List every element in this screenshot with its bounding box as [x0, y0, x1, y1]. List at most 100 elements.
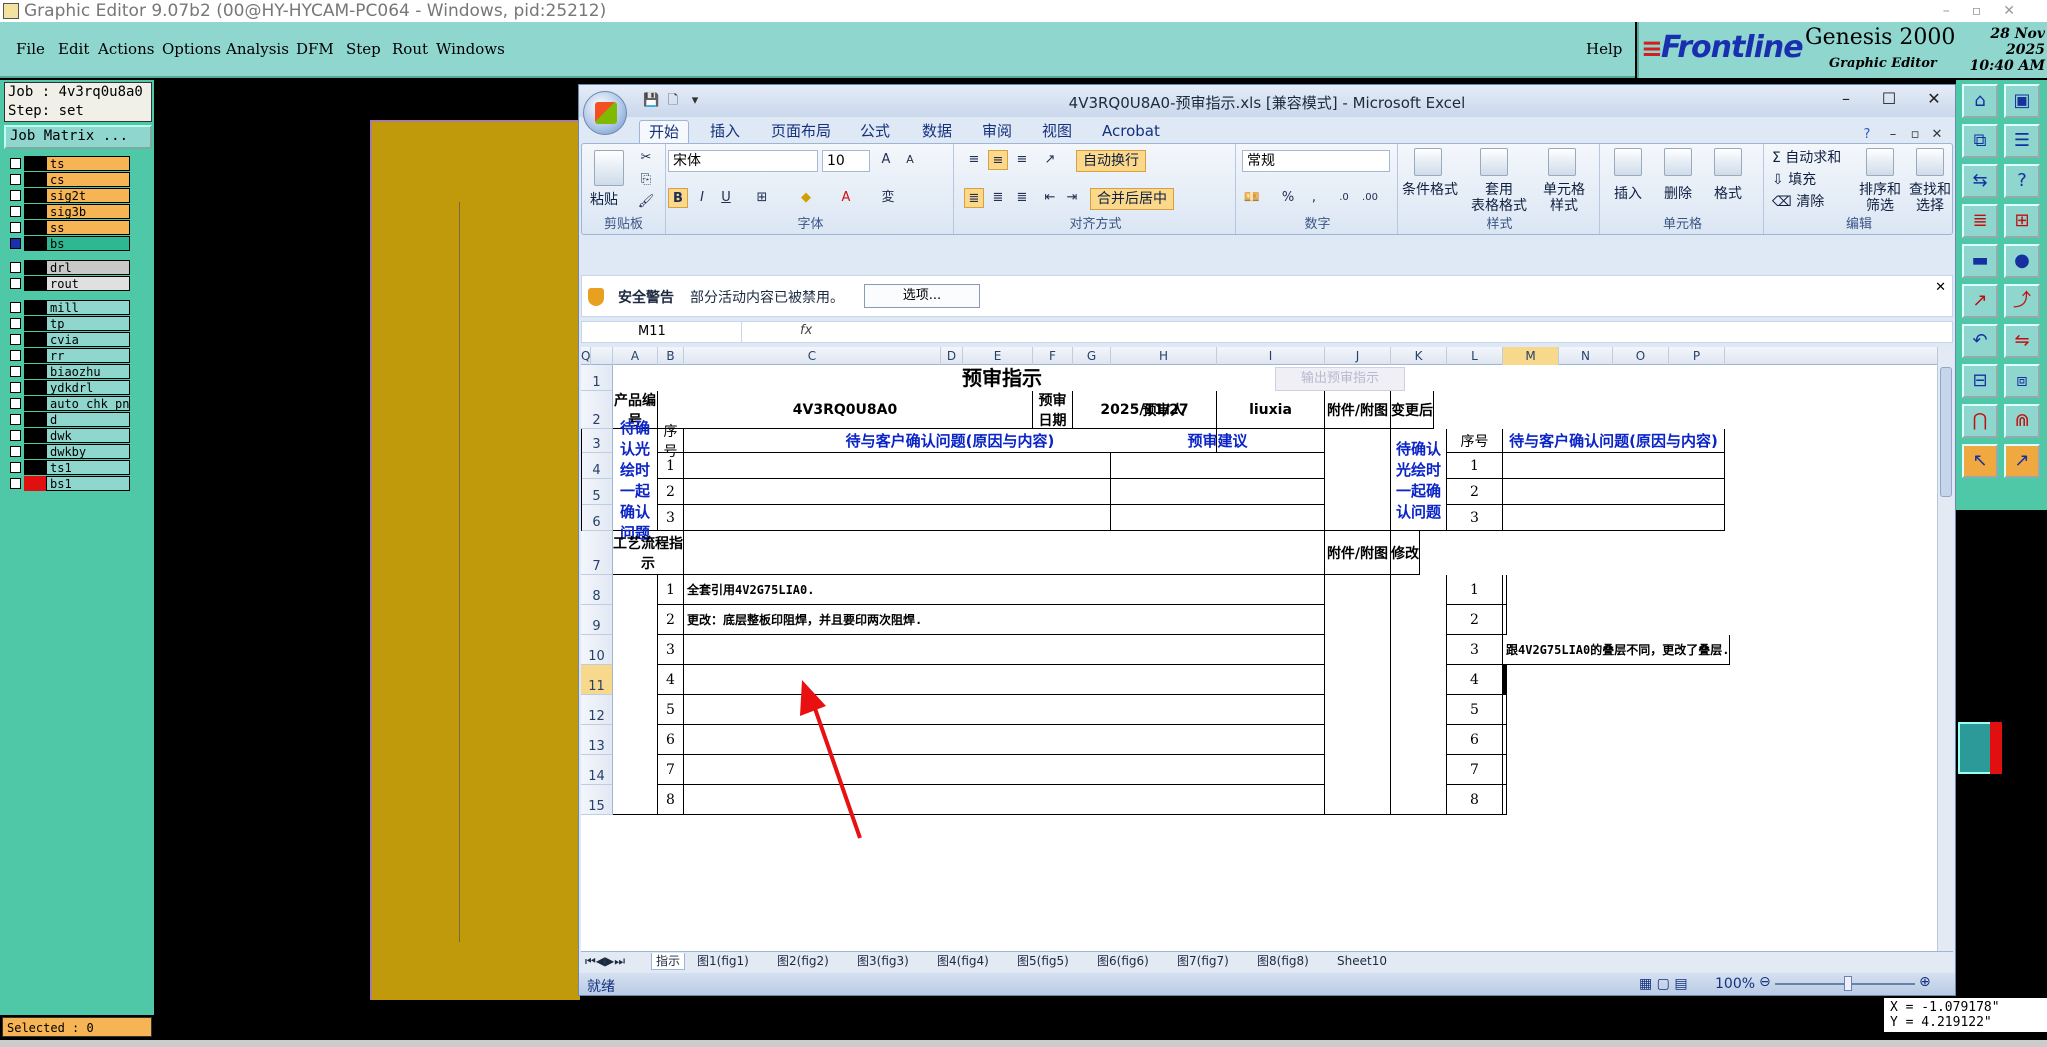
- sheet-tab[interactable]: 图1(fig1): [697, 953, 749, 970]
- layer-name[interactable]: auto_chk_pn: [46, 396, 130, 411]
- autosum-button[interactable]: Σ 自动求和: [1772, 150, 1841, 166]
- layer-checkbox[interactable]: [10, 174, 21, 185]
- layer-name[interactable]: dwk: [46, 428, 130, 443]
- row-header[interactable]: 6: [581, 505, 613, 531]
- step-number[interactable]: 4: [658, 665, 684, 695]
- issue-cell-right[interactable]: [1503, 479, 1725, 505]
- circle-icon[interactable]: ●: [2004, 244, 2040, 278]
- route-icon[interactable]: ↗: [1962, 284, 1998, 318]
- review-date-label[interactable]: 预审日期: [1033, 391, 1073, 429]
- seq-number-right[interactable]: 1: [1447, 453, 1503, 479]
- pending-issues-label[interactable]: 待确认光绘时一起确认问题: [613, 419, 658, 542]
- row-header[interactable]: 1: [581, 365, 613, 391]
- layer-row[interactable]: cvia: [8, 332, 130, 347]
- layer-swatch[interactable]: [24, 300, 46, 315]
- insert-cells-icon[interactable]: [1614, 148, 1642, 176]
- layer-checkbox[interactable]: [10, 366, 21, 377]
- delete-cells-icon[interactable]: [1664, 148, 1692, 176]
- export-preview-button[interactable]: 输出预审指示: [1275, 367, 1405, 391]
- modify-cell[interactable]: [1503, 725, 1507, 755]
- column-header[interactable]: O: [1613, 347, 1669, 365]
- attachment-label[interactable]: 附件/附图: [1325, 391, 1391, 429]
- column-header[interactable]: C: [684, 347, 941, 365]
- issue-cell-right[interactable]: [1503, 453, 1725, 479]
- layer-swatch[interactable]: [24, 348, 46, 363]
- row-header[interactable]: 12: [581, 695, 613, 725]
- modify-cell[interactable]: [1503, 785, 1507, 815]
- modify-cell[interactable]: [1503, 575, 1507, 605]
- layer-swatch[interactable]: [24, 316, 46, 331]
- step-number[interactable]: 3: [658, 635, 684, 665]
- grow-font-icon[interactable]: A: [876, 150, 896, 170]
- arc-icon[interactable]: ⋂: [1962, 404, 1998, 438]
- font-size-select[interactable]: 10: [822, 150, 870, 172]
- worksheet-grid[interactable]: ABCDEFGHIJKLMNOPQ 1 2 3 4 5 6 7 8 9 10 11 12 13 14 15 预…: [581, 347, 1937, 951]
- help-icon[interactable]: ?: [2004, 164, 2040, 198]
- menu-options[interactable]: Options: [162, 40, 221, 58]
- layer-checkbox[interactable]: [10, 430, 21, 441]
- row-header[interactable]: 14: [581, 755, 613, 785]
- fill-button[interactable]: ⇩ 填充: [1772, 172, 1816, 188]
- attachment-label-2[interactable]: 附件/附图: [1325, 531, 1391, 575]
- layer-checkbox[interactable]: [10, 414, 21, 425]
- undo-icon[interactable]: ↶: [1962, 324, 1998, 358]
- layer-name[interactable]: bs1: [46, 476, 130, 491]
- layer-name[interactable]: dwkby: [46, 444, 130, 459]
- menu-help[interactable]: Help: [1586, 40, 1622, 58]
- layer-name[interactable]: mill: [46, 300, 130, 315]
- layer-row[interactable]: bs1: [8, 476, 130, 491]
- layer-row[interactable]: ydkdrl: [8, 380, 130, 395]
- grid-icon[interactable]: ⊞: [2004, 204, 2040, 238]
- modify-cell[interactable]: [1503, 605, 1507, 635]
- layer-row[interactable]: tp: [8, 316, 130, 331]
- layer-swatch[interactable]: [24, 444, 46, 459]
- cell[interactable]: [684, 531, 1325, 575]
- orientation-icon[interactable]: ↗: [1040, 150, 1060, 170]
- step-number[interactable]: 2: [658, 605, 684, 635]
- sheet-tab[interactable]: 图7(fig7): [1177, 953, 1229, 970]
- row-header[interactable]: 2: [581, 391, 613, 429]
- layer-name[interactable]: rr: [46, 348, 130, 363]
- layer-checkbox[interactable]: [10, 278, 21, 289]
- layer-row[interactable]: ss: [8, 220, 130, 235]
- seq-number-right[interactable]: 3: [1447, 505, 1503, 531]
- sort-filter-icon[interactable]: [1866, 148, 1894, 176]
- tab-insert[interactable]: 插入: [701, 120, 749, 143]
- layer-checkbox[interactable]: [10, 158, 21, 169]
- merge-center-button[interactable]: 合并后居中: [1090, 188, 1174, 210]
- layer-name[interactable]: rout: [46, 276, 130, 291]
- modify-number[interactable]: 5: [1447, 695, 1503, 725]
- layer-swatch[interactable]: [24, 380, 46, 395]
- seq-number[interactable]: 1: [658, 453, 684, 479]
- row-header[interactable]: 11: [581, 665, 613, 695]
- increase-indent-icon[interactable]: ⇥: [1062, 188, 1082, 208]
- format-cells-button[interactable]: 格式: [1710, 186, 1746, 202]
- issue-cell[interactable]: [684, 479, 1111, 505]
- issue-cell-right[interactable]: [1503, 505, 1725, 531]
- currency-icon[interactable]: 💴: [1242, 188, 1262, 208]
- row-header[interactable]: 13: [581, 725, 613, 755]
- menu-windows[interactable]: Windows: [436, 40, 505, 58]
- layer-name[interactable]: tp: [46, 316, 130, 331]
- layer-name[interactable]: sig2t: [46, 188, 130, 203]
- after-change-label[interactable]: 变更后: [1391, 391, 1434, 429]
- issue-cell[interactable]: [684, 453, 1111, 479]
- layer-name[interactable]: d: [46, 412, 130, 427]
- sheet-tab[interactable]: 指示: [651, 953, 686, 970]
- layer-swatch[interactable]: [24, 428, 46, 443]
- modify-number[interactable]: 1: [1447, 575, 1503, 605]
- italic-icon[interactable]: I: [692, 188, 712, 208]
- confirm-issue-header-right[interactable]: 待与客户确认问题(原因与内容): [1503, 429, 1725, 453]
- column-header[interactable]: I: [1217, 347, 1325, 365]
- column-header[interactable]: E: [963, 347, 1033, 365]
- fill-color-icon[interactable]: ◆: [796, 188, 816, 208]
- row-header[interactable]: 5: [581, 479, 613, 505]
- instruction-cell[interactable]: [684, 785, 1325, 815]
- modify-cell[interactable]: [1503, 695, 1507, 725]
- zoom-slider-knob[interactable]: [1844, 976, 1852, 991]
- cell[interactable]: [1391, 575, 1447, 815]
- row-header[interactable]: 8: [581, 575, 613, 605]
- menu-dfm[interactable]: DFM: [296, 40, 334, 58]
- scroll-thumb[interactable]: [1940, 367, 1952, 497]
- percent-icon[interactable]: %: [1278, 188, 1298, 208]
